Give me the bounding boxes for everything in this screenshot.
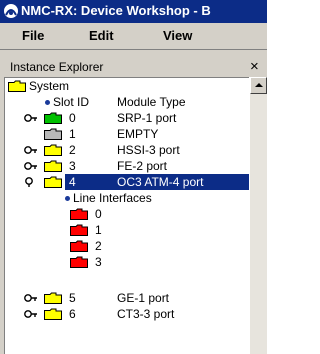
folder-icon: [70, 256, 88, 268]
slot-id: 2: [69, 143, 76, 157]
tree-slot-row[interactable]: 0 SRP-1 port: [5, 110, 249, 126]
menu-edit[interactable]: Edit: [89, 28, 114, 43]
scroll-up-button[interactable]: [250, 77, 267, 94]
tree-slot-row[interactable]: 5 GE-1 port: [5, 290, 249, 306]
slot-id: 0: [69, 111, 76, 125]
tree-slot-row-selected[interactable]: 4 OC3 ATM-4 port: [5, 174, 249, 190]
window-title: NMC-RX: Device Workshop - B: [21, 3, 211, 18]
bullet-icon: [45, 100, 50, 105]
panel-title: Instance Explorer: [10, 60, 104, 74]
title-bar[interactable]: NMC-RX: Device Workshop - B: [0, 0, 267, 23]
tree-column-header: Slot ID Module Type: [5, 94, 249, 110]
folder-icon: [44, 144, 62, 156]
line-interface-id: 2: [95, 239, 102, 253]
module-type: HSSI-3 port: [117, 143, 180, 157]
instance-tree[interactable]: System Slot ID Module Type 0 SRP-1 port …: [4, 77, 249, 354]
expand-key-icon[interactable]: [24, 309, 38, 319]
collapse-key-icon[interactable]: [24, 177, 38, 187]
module-type: CT3-3 port: [117, 307, 175, 321]
module-type: GE-1 port: [117, 291, 170, 305]
slot-id: 6: [69, 307, 76, 321]
app-icon: [4, 4, 18, 18]
module-type-header: Module Type: [117, 95, 186, 109]
expand-key-icon[interactable]: [24, 145, 38, 155]
module-type: OC3 ATM-4 port: [117, 175, 204, 189]
line-interfaces-node[interactable]: Line Interfaces: [5, 190, 249, 206]
tree-slot-row[interactable]: 3 FE-2 port: [5, 158, 249, 174]
instance-explorer-header: Instance Explorer ×: [0, 58, 267, 77]
menu-view[interactable]: View: [163, 28, 192, 43]
module-type: FE-2 port: [117, 159, 168, 173]
line-interface-id: 1: [95, 223, 102, 237]
line-interface-item[interactable]: 3: [5, 254, 249, 270]
tree-root-system[interactable]: System: [5, 78, 249, 94]
folder-icon: [44, 292, 62, 304]
bullet-icon: [65, 196, 70, 201]
folder-icon: [70, 240, 88, 252]
toolbar-gap: [0, 50, 267, 58]
line-interface-item[interactable]: 2: [5, 238, 249, 254]
tree-slot-row[interactable]: 6 CT3-3 port: [5, 306, 249, 322]
expand-key-icon[interactable]: [24, 161, 38, 171]
module-type: EMPTY: [117, 127, 159, 141]
line-interfaces-label: Line Interfaces: [73, 191, 152, 205]
line-interface-item[interactable]: 0: [5, 206, 249, 222]
menu-file[interactable]: File: [22, 28, 44, 43]
line-interface-id: 0: [95, 207, 102, 221]
folder-icon: [44, 160, 62, 172]
close-icon[interactable]: ×: [250, 58, 259, 75]
folder-open-icon: [44, 176, 62, 188]
slot-id: 5: [69, 291, 76, 305]
expand-key-icon[interactable]: [24, 293, 38, 303]
slot-id: 4: [69, 175, 76, 189]
vertical-scrollbar[interactable]: [249, 77, 267, 354]
slot-id: 1: [69, 127, 76, 141]
tree-slot-row[interactable]: 1 EMPTY: [5, 126, 249, 142]
folder-icon: [44, 308, 62, 320]
module-type: SRP-1 port: [117, 111, 177, 125]
folder-icon: [44, 128, 62, 140]
tree-slot-row[interactable]: 2 HSSI-3 port: [5, 142, 249, 158]
folder-open-icon: [8, 80, 26, 92]
line-interface-id: 3: [95, 255, 102, 269]
menu-bar: File Edit View: [0, 23, 267, 50]
line-interface-item[interactable]: 1: [5, 222, 249, 238]
folder-icon: [70, 208, 88, 220]
folder-icon: [44, 112, 62, 124]
folder-icon: [70, 224, 88, 236]
slot-id: 3: [69, 159, 76, 173]
slot-id-header: Slot ID: [53, 95, 90, 109]
arrow-up-icon: [255, 83, 263, 87]
tree-root-label: System: [29, 79, 70, 93]
expand-key-icon[interactable]: [24, 113, 38, 123]
